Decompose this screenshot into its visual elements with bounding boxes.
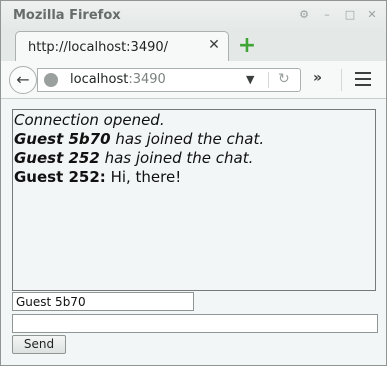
chat-line-message: Guest 252: Hi, there! [14, 168, 374, 187]
overflow-chevron-icon[interactable]: » [313, 70, 322, 86]
message-input[interactable] [12, 314, 378, 333]
tab-label: http://localhost:3490/ [28, 40, 169, 55]
maximize-icon[interactable]: □ [344, 9, 356, 21]
chat-line-status: Connection opened. [14, 111, 374, 130]
chat-user: Guest 5b70 [14, 130, 111, 148]
chat-text: has joined the chat. [99, 149, 254, 167]
chevron-down-icon[interactable]: ▼ [246, 73, 254, 86]
reload-icon[interactable]: ↻ [278, 71, 290, 87]
tab-localhost[interactable]: http://localhost:3490/ ✕ [15, 31, 229, 62]
minimize-icon[interactable]: – [321, 9, 333, 21]
url-port: :3490 [128, 72, 166, 87]
new-tab-plus-icon[interactable]: + [237, 35, 257, 57]
status-text: Connection opened. [14, 111, 165, 129]
window-close-icon[interactable]: ✕ [366, 9, 378, 21]
tab-strip: http://localhost:3490/ ✕ + [1, 31, 386, 62]
name-input[interactable] [12, 292, 194, 311]
page-content: Connection opened. Guest 5b70 has joined… [1, 100, 386, 365]
chat-user: Guest 252 [14, 149, 100, 167]
send-button[interactable]: Send [12, 335, 66, 354]
toolbar-divider [341, 69, 342, 91]
url-text: localhost:3490 [70, 72, 166, 87]
navigation-bar: ← localhost:3490 ▼ ↻ » [1, 61, 386, 99]
settings-icon[interactable]: ⚙ [298, 9, 310, 21]
browser-window: Mozilla Firefox ⚙ – □ ✕ http://localhost… [0, 0, 387, 366]
hamburger-menu-icon[interactable] [355, 72, 371, 86]
title-bar: Mozilla Firefox ⚙ – □ ✕ [1, 1, 386, 31]
chat-text: Hi, there! [105, 168, 182, 186]
url-bar[interactable]: localhost:3490 ▼ ↻ [37, 68, 301, 92]
chat-log: Connection opened. Guest 5b70 has joined… [12, 109, 376, 291]
globe-icon[interactable] [44, 73, 58, 87]
url-host: localhost [70, 72, 129, 87]
url-divider [268, 72, 269, 88]
chat-line-join: Guest 5b70 has joined the chat. [14, 130, 374, 149]
chat-text: has joined the chat. [110, 130, 265, 148]
window-title: Mozilla Firefox [13, 8, 121, 23]
chat-line-join: Guest 252 has joined the chat. [14, 149, 374, 168]
chat-user: Guest 252: [14, 168, 106, 186]
back-arrow-icon[interactable]: ← [9, 66, 37, 94]
tab-close-icon[interactable]: ✕ [206, 37, 222, 53]
